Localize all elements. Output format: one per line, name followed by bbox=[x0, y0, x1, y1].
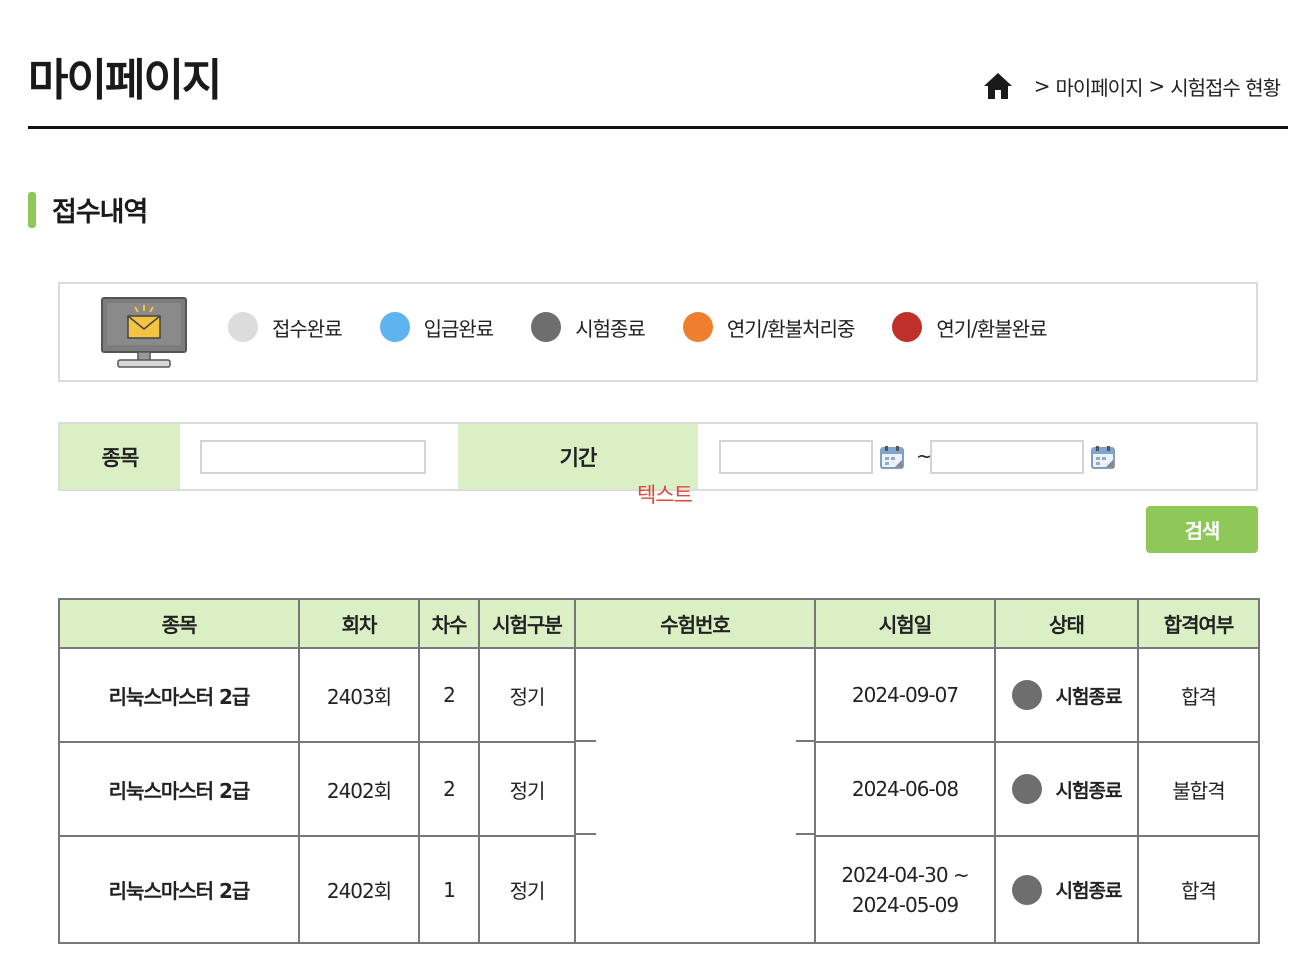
order-cell: 1 bbox=[418, 835, 480, 944]
status-dot bbox=[1011, 680, 1042, 710]
row-divider bbox=[574, 740, 596, 742]
breadcrumb-separator: > bbox=[1033, 74, 1051, 98]
legend-item-paid: 입금완료 bbox=[379, 312, 495, 342]
exam-date-cell: 2024-06-08 bbox=[814, 741, 996, 837]
column-header: 합격여부 bbox=[1137, 598, 1260, 649]
status-dot bbox=[892, 312, 923, 342]
breadcrumb: > 마이페이지 > 시험접수 현황 bbox=[982, 70, 1281, 102]
exam-date-cell: 2024-09-07 bbox=[814, 647, 996, 743]
breadcrumb-separator: > bbox=[1148, 74, 1165, 98]
page-title: 마이페이지 bbox=[28, 55, 222, 106]
start-date-input[interactable] bbox=[719, 440, 873, 474]
legend-item-received: 접수완료 bbox=[228, 312, 343, 342]
status-dot bbox=[228, 312, 258, 342]
column-header: 시험일 bbox=[814, 598, 996, 649]
section-title: 접수내역 bbox=[52, 197, 148, 228]
type-cell: 정기 bbox=[478, 835, 576, 944]
title-divider bbox=[28, 126, 1288, 129]
legend-label: 입금완료 bbox=[423, 316, 495, 341]
row-divider bbox=[796, 833, 814, 835]
subject-cell: 리눅스마스터 2급 bbox=[58, 741, 300, 837]
status-dot bbox=[1011, 774, 1042, 804]
category-input[interactable] bbox=[200, 440, 426, 474]
result-cell: 합격 bbox=[1137, 835, 1260, 944]
legend-item-exam-ended: 시험종료 bbox=[531, 312, 646, 342]
status-dot bbox=[682, 312, 713, 342]
calendar-icon[interactable] bbox=[880, 445, 904, 469]
column-header: 수험번호 bbox=[574, 598, 816, 649]
order-cell: 2 bbox=[418, 741, 480, 837]
exam-date-end: 2024-05-09 bbox=[851, 892, 959, 917]
subject-cell: 리눅스마스터 2급 bbox=[58, 835, 300, 944]
legend-label: 연기/환불완료 bbox=[936, 316, 1047, 341]
type-cell: 정기 bbox=[478, 647, 576, 743]
status-label: 시험종료 bbox=[1055, 779, 1123, 802]
column-header: 차수 bbox=[418, 598, 480, 649]
round-cell: 2403회 bbox=[298, 647, 420, 743]
subject-cell: 리눅스마스터 2급 bbox=[58, 647, 300, 743]
table-header-row: 종목 회차 차수 시험구분 수험번호 시험일 상태 합격여부 bbox=[58, 598, 1260, 649]
result-cell: 불합격 bbox=[1137, 741, 1260, 837]
column-header: 시험구분 bbox=[478, 598, 576, 649]
exam-date-start: 2024-04-30 ~ bbox=[841, 862, 969, 887]
table-row[interactable]: 리눅스마스터 2급 2403회 2 정기 2024-09-07 시험종료 합격 bbox=[58, 647, 1260, 944]
category-label: 종목 bbox=[60, 424, 180, 489]
column-header: 종목 bbox=[58, 598, 300, 649]
search-button[interactable]: 검색 bbox=[1146, 506, 1258, 553]
row-divider bbox=[796, 740, 814, 742]
application-table: 종목 회차 차수 시험구분 수험번호 시험일 상태 합격여부 리눅스마스터 2급… bbox=[58, 598, 1260, 944]
status-cell: 시험종료 bbox=[994, 835, 1139, 944]
status-label: 시험종료 bbox=[1055, 880, 1123, 902]
section-header: 접수내역 bbox=[28, 190, 148, 229]
end-date-input[interactable] bbox=[930, 440, 1084, 474]
column-header: 상태 bbox=[994, 598, 1139, 649]
legend-item-refund-complete: 연기/환불완료 bbox=[892, 312, 1048, 342]
calendar-icon[interactable] bbox=[1091, 445, 1115, 469]
status-dot bbox=[379, 312, 410, 342]
status-cell: 시험종료 bbox=[994, 741, 1139, 837]
type-cell: 정기 bbox=[478, 741, 576, 837]
legend-label: 시험종료 bbox=[575, 316, 646, 341]
legend-label: 연기/환불처리중 bbox=[726, 316, 856, 341]
round-cell: 2402회 bbox=[298, 835, 420, 944]
home-icon[interactable] bbox=[982, 70, 1014, 102]
breadcrumb-current: 시험접수 현황 bbox=[1170, 75, 1281, 100]
column-header: 회차 bbox=[298, 598, 420, 649]
result-cell: 합격 bbox=[1137, 647, 1260, 743]
legend-label: 접수완료 bbox=[272, 316, 343, 341]
overlay-text: 텍스트 bbox=[637, 483, 693, 507]
status-legend: 접수완료 입금완료 시험종료 연기/환불처리중 연기/환불완료 bbox=[58, 282, 1258, 382]
status-dot bbox=[1011, 874, 1042, 905]
status-cell: 시험종료 bbox=[994, 647, 1139, 743]
section-accent-bar bbox=[28, 191, 36, 228]
status-label: 시험종료 bbox=[1055, 685, 1123, 708]
breadcrumb-mypage[interactable]: 마이페이지 bbox=[1055, 72, 1143, 101]
monitor-mail-icon bbox=[101, 297, 187, 368]
status-dot bbox=[531, 312, 562, 342]
row-divider bbox=[574, 833, 596, 835]
legend-item-refund-processing: 연기/환불처리중 bbox=[682, 312, 856, 342]
exam-date-cell: 2024-04-30 ~ 2024-05-09 bbox=[814, 835, 996, 944]
exam-number-cell bbox=[574, 647, 816, 944]
order-cell: 2 bbox=[418, 647, 480, 743]
legend-items: 접수완료 입금완료 시험종료 연기/환불처리중 연기/환불완료 bbox=[228, 312, 1085, 342]
round-cell: 2402회 bbox=[298, 741, 420, 837]
